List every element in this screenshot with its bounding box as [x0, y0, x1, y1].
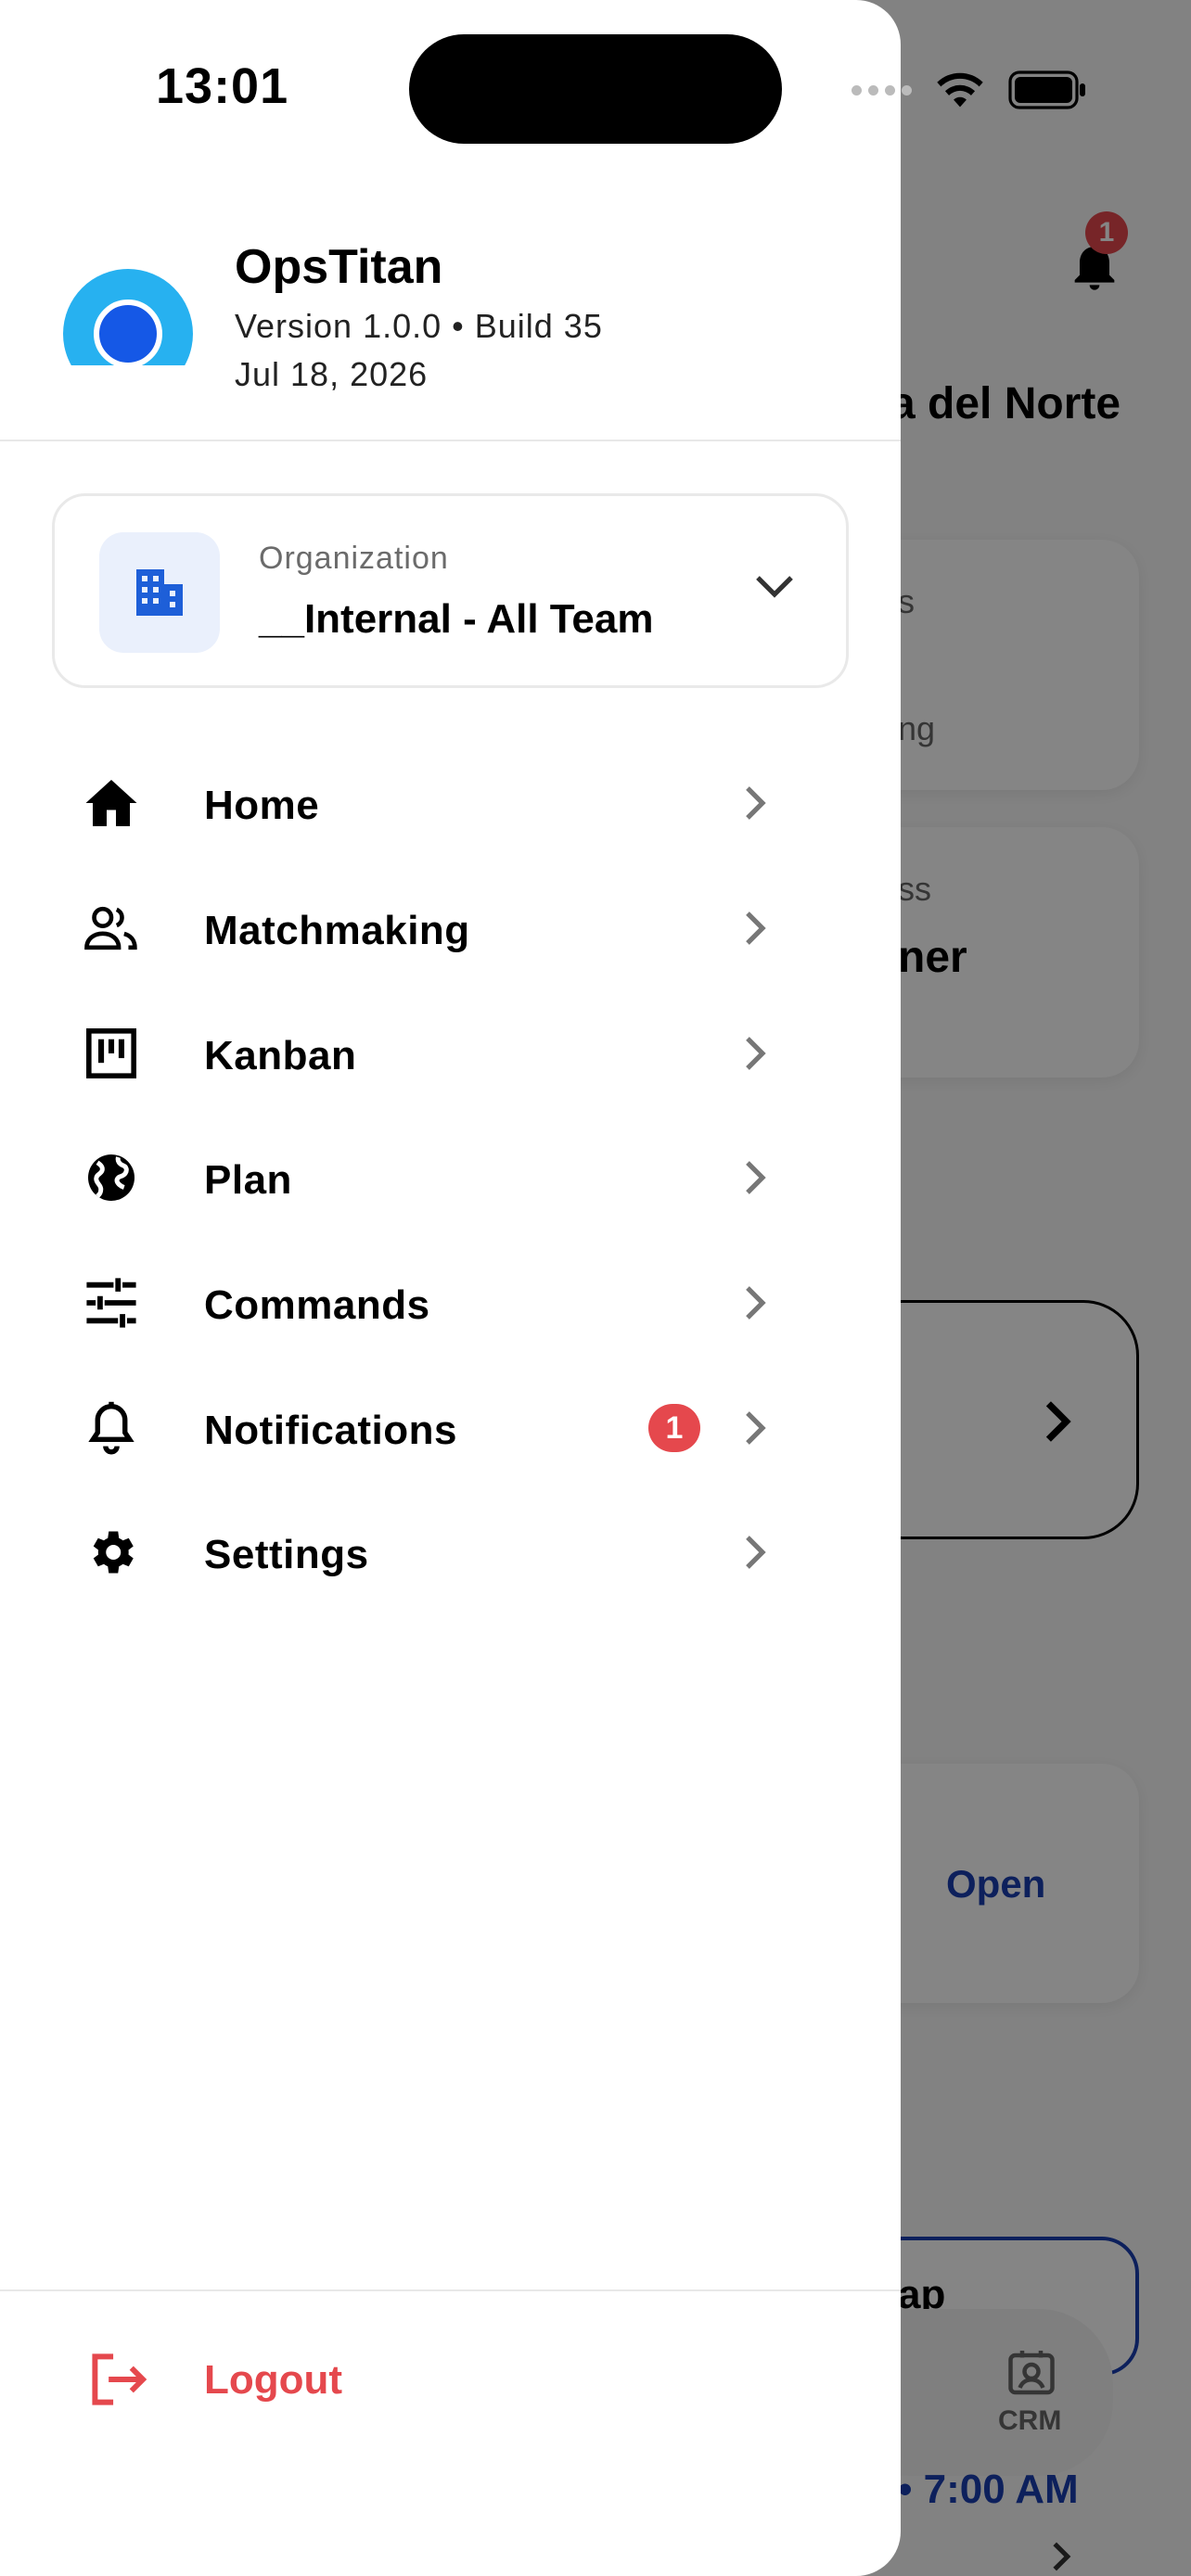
chevron-down-icon [756, 576, 793, 598]
bell-icon [83, 1400, 139, 1456]
organization-selector[interactable]: Organization __Internal - All Team [52, 493, 849, 688]
menu-item-settings[interactable]: Settings [0, 1490, 901, 1614]
menu-label: Kanban [204, 1033, 357, 1078]
app-logo [63, 269, 193, 365]
dynamic-island [409, 34, 782, 144]
header-divider [0, 440, 901, 441]
sliders-icon [83, 1275, 139, 1331]
app-version: Version 1.0.0 • Build 35 [235, 307, 603, 345]
menu-item-matchmaking[interactable]: Matchmaking [0, 866, 901, 990]
menu-label: Commands [204, 1282, 430, 1328]
logout-button[interactable]: Logout [0, 2320, 901, 2441]
notification-count-badge: 1 [648, 1404, 700, 1452]
menu-item-home[interactable]: Home [0, 741, 901, 865]
chevron-right-icon [746, 1037, 766, 1070]
status-indicators [852, 67, 1088, 113]
status-time: 13:01 [156, 58, 289, 114]
footer-divider [0, 2289, 901, 2291]
wifi-icon [937, 72, 983, 108]
app-name: OpsTitan [235, 240, 443, 294]
menu-item-plan[interactable]: Plan [0, 1116, 901, 1240]
menu-item-notifications[interactable]: Notifications 1 [0, 1366, 901, 1490]
home-icon [83, 775, 139, 831]
kanban-icon [83, 1026, 139, 1081]
chevron-right-icon [746, 1286, 766, 1320]
menu-label: Notifications [204, 1408, 457, 1453]
menu-item-kanban[interactable]: Kanban [0, 991, 901, 1116]
organization-label: Organization [259, 541, 449, 576]
menu-label: Matchmaking [204, 908, 470, 953]
chevron-right-icon [746, 1536, 766, 1569]
logout-icon [92, 2353, 147, 2405]
chevron-right-icon [746, 1161, 766, 1194]
signal-icon [852, 84, 912, 96]
organization-value: __Internal - All Team [259, 596, 654, 642]
chevron-right-icon [746, 1411, 766, 1445]
chevron-right-icon [746, 912, 766, 945]
app-date: Jul 18, 2026 [235, 355, 429, 393]
gear-icon [83, 1524, 139, 1580]
menu-label: Plan [204, 1157, 292, 1203]
building-icon [99, 532, 220, 653]
menu-item-commands[interactable]: Commands [0, 1241, 901, 1365]
people-icon [83, 900, 139, 956]
navigation-drawer: OpsTitan Version 1.0.0 • Build 35 Jul 18… [0, 0, 901, 2576]
globe-icon [83, 1150, 139, 1205]
chevron-right-icon [746, 786, 766, 820]
menu-label: Settings [204, 1532, 369, 1577]
battery-icon [1008, 70, 1085, 109]
logout-label: Logout [204, 2357, 343, 2403]
menu-label: Home [204, 783, 320, 828]
